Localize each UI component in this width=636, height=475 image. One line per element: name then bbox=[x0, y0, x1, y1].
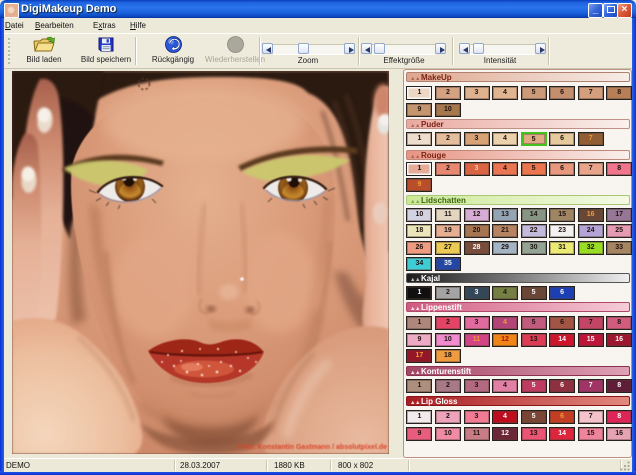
svg-text:Foto: Konstantin Gastmann / ab: Foto: Konstantin Gastmann / absolutpixel… bbox=[238, 444, 387, 451]
